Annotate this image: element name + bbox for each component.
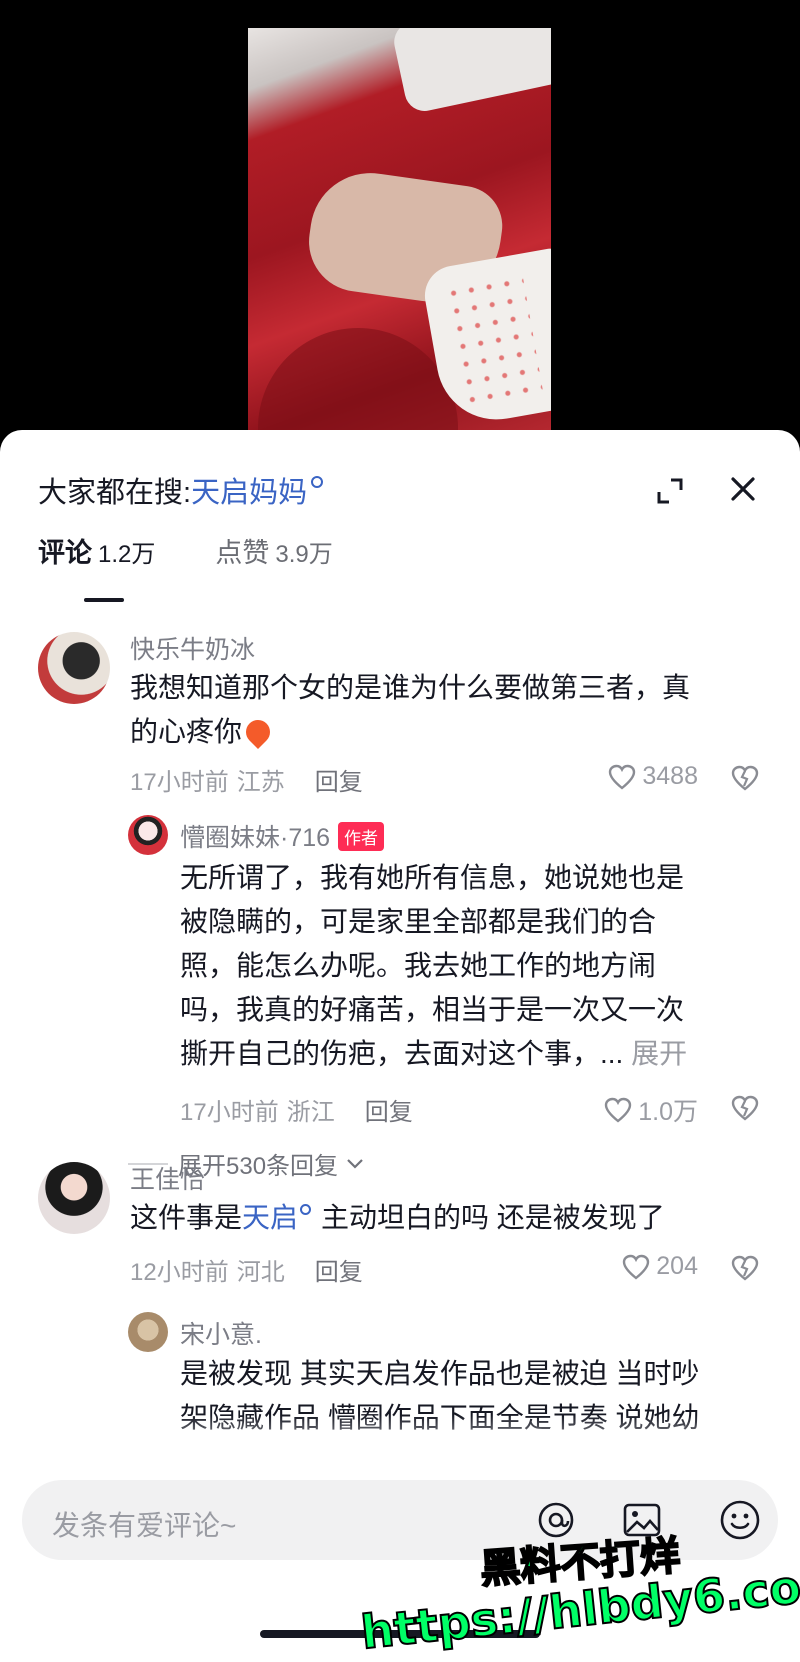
bedsheet-light xyxy=(390,28,551,115)
comment-sheet: 大家都在搜: 天启妈妈 评论 1.2万 点赞 3.9万 快乐牛奶冰 我想知道那个… xyxy=(0,430,800,1662)
comment-text-line2: 的心疼你 xyxy=(130,716,243,747)
expand-text-link[interactable]: 展开 xyxy=(631,1038,687,1069)
comment-time: 17小时前 xyxy=(130,769,229,796)
comment-text-line: 的心疼你 xyxy=(130,710,690,754)
reply-text-line: 撕开自己的伤疤，去面对这个事，... 展开 xyxy=(180,1032,687,1076)
expand-icon[interactable] xyxy=(655,476,685,506)
content-fade xyxy=(0,1415,800,1465)
search-icon xyxy=(300,1204,312,1215)
reply-button[interactable]: 回复 xyxy=(315,1252,363,1287)
home-indicator[interactable] xyxy=(260,1630,540,1638)
comment-location: 江苏 xyxy=(236,769,285,796)
reply-meta: 17小时前 浙江 回复 xyxy=(180,1092,413,1127)
reply-button[interactable]: 回复 xyxy=(315,762,363,797)
like-count: 1.0万 xyxy=(638,1098,698,1126)
heart-icon xyxy=(623,1254,650,1280)
avatar[interactable] xyxy=(128,1312,168,1352)
reply-text-line: 无所谓了，我有她所有信息，她说她也是 xyxy=(180,862,685,893)
search-suggestion[interactable]: 大家都在搜: 天启妈妈 xyxy=(38,469,324,511)
heart-emoji-icon xyxy=(241,715,275,749)
image-icon[interactable] xyxy=(622,1502,662,1538)
reply-text-line: 照，能怎么办呢。我去她工作的地方闹 xyxy=(180,950,657,981)
tab-comments-label: 评论 xyxy=(38,537,92,568)
search-term-link[interactable]: 天启妈妈 xyxy=(191,469,307,511)
tab-underline xyxy=(84,598,124,602)
comment-text-line: 我想知道那个女的是谁为什么要做第三者，真 xyxy=(130,672,691,703)
reply-username[interactable]: 懵圈妹妹·716 作者 xyxy=(180,818,385,854)
like-button[interactable]: 1.0万 xyxy=(604,1092,698,1128)
search-link[interactable]: 天启 xyxy=(242,1202,298,1233)
at-icon[interactable] xyxy=(536,1500,576,1540)
comment-location: 河北 xyxy=(236,1259,285,1286)
close-icon[interactable] xyxy=(728,474,758,504)
heart-icon xyxy=(609,764,636,790)
comment-text-part: 主动坦白的吗 还是被发现了 xyxy=(321,1202,665,1233)
comment-time: 12小时前 xyxy=(130,1259,229,1286)
reply-location: 浙江 xyxy=(286,1099,335,1126)
reply-time: 17小时前 xyxy=(180,1099,279,1126)
tab-likes[interactable]: 点赞 3.9万 xyxy=(215,531,332,570)
comment-input[interactable]: 发条有爱评论~ xyxy=(52,1504,236,1544)
dislike-icon[interactable] xyxy=(730,764,760,792)
comment-text: 我想知道那个女的是谁为什么要做第三者，真 的心疼你 xyxy=(130,666,690,754)
dislike-icon[interactable] xyxy=(730,1254,760,1282)
reply-text-line: 是被发现 其实天启发作品也是被迫 当时吵 xyxy=(180,1358,700,1389)
heart-icon xyxy=(605,1097,632,1123)
dislike-icon[interactable] xyxy=(730,1094,760,1122)
like-count: 3488 xyxy=(642,762,698,790)
comment-meta: 12小时前 河北 回复 xyxy=(130,1252,363,1287)
avatar[interactable] xyxy=(128,815,168,855)
tab-comments-count: 1.2万 xyxy=(98,540,156,568)
reply-text-line: 吗，我真的好痛苦，相当于是一次又一次 xyxy=(180,994,685,1025)
comment-input-bar[interactable]: 发条有爱评论~ xyxy=(22,1480,778,1560)
comment-meta: 17小时前 江苏 回复 xyxy=(130,762,363,797)
like-button[interactable]: 204 xyxy=(622,1252,698,1281)
tab-comments[interactable]: 评论 1.2万 xyxy=(38,531,155,570)
search-icon xyxy=(311,476,324,488)
reply-username[interactable]: 宋小意. xyxy=(180,1315,262,1351)
search-prefix: 大家都在搜: xyxy=(38,477,192,509)
reply-text: 无所谓了，我有她所有信息，她说她也是 被隐瞒的，可是家里全部都是我们的合 照，能… xyxy=(180,856,687,1076)
tab-likes-label: 点赞 xyxy=(215,537,270,568)
tab-likes-count: 3.9万 xyxy=(275,540,333,568)
avatar[interactable] xyxy=(38,1162,110,1234)
reply-text-line5: 撕开自己的伤疤，去面对这个事，... xyxy=(180,1038,624,1069)
video-frame[interactable] xyxy=(248,28,551,433)
reply-text-line: 被隐瞒的，可是家里全部都是我们的合 xyxy=(180,906,657,937)
reply-username-text: 懵圈妹妹·716 xyxy=(180,824,331,852)
comment-text: 这件事是天启 主动坦白的吗 还是被发现了 xyxy=(130,1196,665,1240)
author-badge: 作者 xyxy=(338,822,385,851)
comment-username[interactable]: 快乐牛奶冰 xyxy=(130,630,255,666)
avatar[interactable] xyxy=(38,632,110,704)
comment-username[interactable]: 王佳怡 xyxy=(130,1160,205,1196)
emoji-icon[interactable] xyxy=(718,1498,762,1542)
comment-text-part: 这件事是 xyxy=(130,1202,243,1233)
blanket-fold xyxy=(258,328,458,433)
reply-button[interactable]: 回复 xyxy=(365,1092,413,1127)
like-count: 204 xyxy=(656,1252,698,1280)
chevron-down-icon xyxy=(347,1158,363,1169)
like-button[interactable]: 3488 xyxy=(608,762,698,791)
tab-bar: 评论 1.2万 点赞 3.9万 xyxy=(38,522,333,578)
